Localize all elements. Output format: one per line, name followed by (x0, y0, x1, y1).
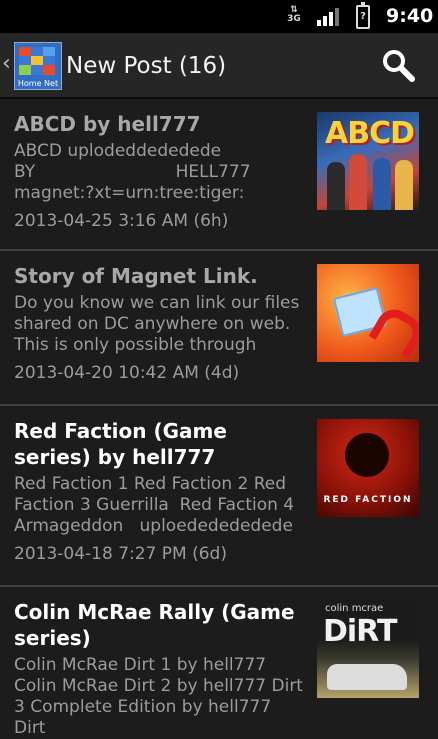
post-title: Colin McRae Rally (Game series) (14, 600, 295, 650)
post-snippet: Red Faction 1 Red Faction 2 Red Faction … (14, 474, 300, 536)
page-title: New Post (16) (66, 53, 227, 79)
network-3g-icon: ⇅ 3G (287, 5, 301, 24)
status-time: 9:40 (386, 5, 434, 27)
signal-icon (317, 8, 339, 26)
battery-icon: ? (356, 2, 370, 29)
thumbnail-title: ABCD (325, 116, 415, 151)
post-title: Red Faction (Game series) by hell777 (14, 419, 227, 469)
post-thumbnail: ABCD (317, 112, 419, 210)
post-item[interactable]: Colin McRae Rally (Game series) Colin Mc… (0, 587, 438, 738)
post-date: 2013-04-25 3:16 AM (6h) (14, 211, 229, 231)
action-bar: ‹ Home Net New Post (16) (0, 33, 438, 99)
search-icon[interactable] (380, 47, 416, 83)
app-logo[interactable]: Home Net (14, 42, 62, 90)
post-title: Story of Magnet Link. (14, 264, 258, 288)
post-snippet: Colin McRae Dirt 1 by hell777 Colin McRa… (14, 655, 309, 738)
thumbnail-title: DiRT (323, 614, 397, 649)
post-snippet: ABCD uplodeddededede BY HELL777 magnet:?… (14, 141, 251, 203)
thumbnail-subtitle: colin mcrae (325, 603, 384, 614)
post-thumbnail: RED FACTION (317, 419, 419, 517)
emblem-icon (345, 433, 389, 477)
post-date: 2013-04-20 10:42 AM (4d) (14, 363, 240, 383)
post-item[interactable]: ABCD by hell777 ABCD uplodeddededede BY … (0, 99, 438, 251)
post-snippet: Do you know we can link our files shared… (14, 293, 305, 355)
post-thumbnail (317, 264, 419, 362)
status-bar: ⇅ 3G ? 9:40 (0, 0, 438, 33)
post-date: 2013-04-18 7:27 PM (6d) (14, 544, 227, 564)
post-title: ABCD by hell777 (14, 112, 201, 136)
thumbnail-title: RED FACTION (323, 495, 413, 505)
logo-text: Home Net (17, 79, 59, 88)
logo-grid-icon (19, 47, 55, 75)
post-item[interactable]: Red Faction (Game series) by hell777 Red… (0, 406, 438, 587)
post-item[interactable]: Story of Magnet Link. Do you know we can… (0, 251, 438, 406)
back-chevron-icon[interactable]: ‹ (2, 53, 11, 75)
post-thumbnail: colin mcrae DiRT (317, 600, 419, 698)
car-icon (327, 664, 407, 690)
